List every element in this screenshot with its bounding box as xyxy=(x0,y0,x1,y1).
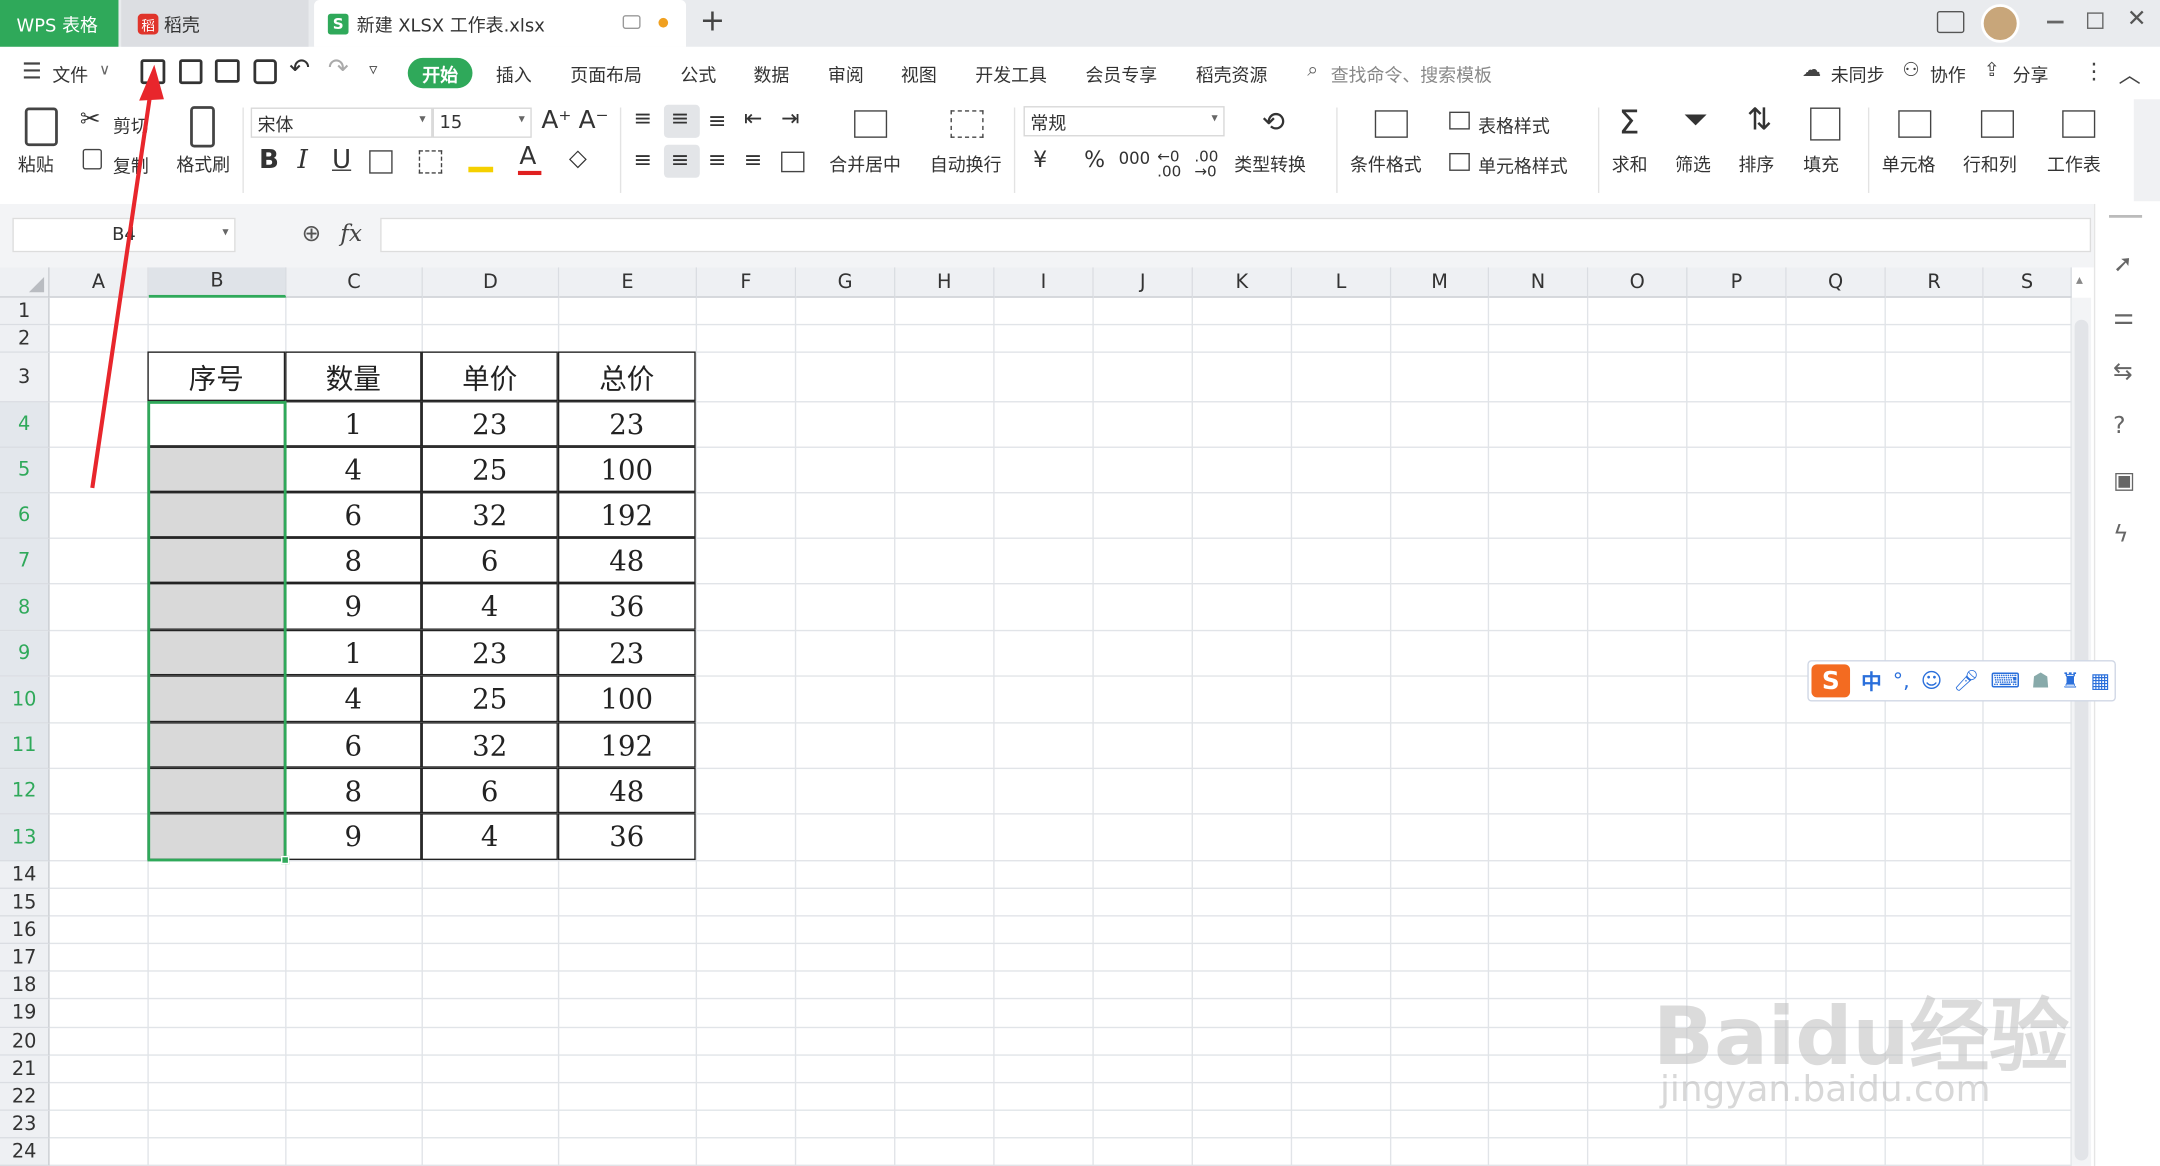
arrow-shaft xyxy=(90,85,154,489)
annotation-arrow xyxy=(90,64,164,489)
arrow-head-icon xyxy=(139,64,164,101)
